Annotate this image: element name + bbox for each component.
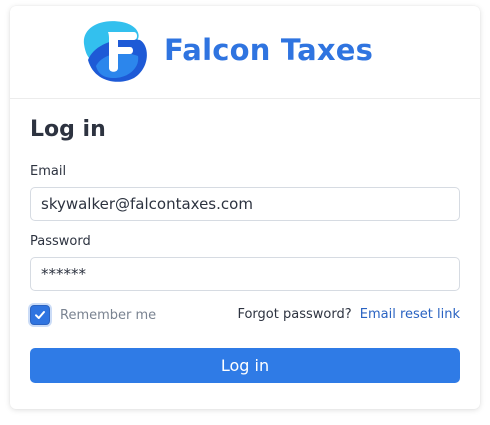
- password-field[interactable]: [30, 257, 460, 291]
- page-title: Log in: [30, 117, 106, 142]
- password-label: Password: [30, 234, 91, 249]
- falcon-logo-icon: [83, 21, 147, 82]
- brand-header: Falcon Taxes: [78, 16, 373, 84]
- header-divider: [10, 98, 480, 99]
- login-card: Falcon Taxes Log in Email Password Remem…: [10, 6, 480, 409]
- email-field[interactable]: [30, 187, 460, 221]
- brand-name: Falcon Taxes: [164, 33, 374, 67]
- email-reset-link[interactable]: Email reset link: [360, 307, 460, 322]
- remember-me-checkbox[interactable]: [30, 305, 50, 325]
- forgot-password-row: Forgot password? Email reset link: [237, 307, 460, 322]
- forgot-password-text: Forgot password?: [237, 307, 352, 322]
- login-button[interactable]: Log in: [30, 348, 460, 383]
- email-label: Email: [30, 164, 67, 179]
- remember-me-toggle[interactable]: Remember me: [30, 305, 156, 325]
- remember-me-label: Remember me: [60, 307, 157, 323]
- checkmark-icon: [35, 311, 45, 319]
